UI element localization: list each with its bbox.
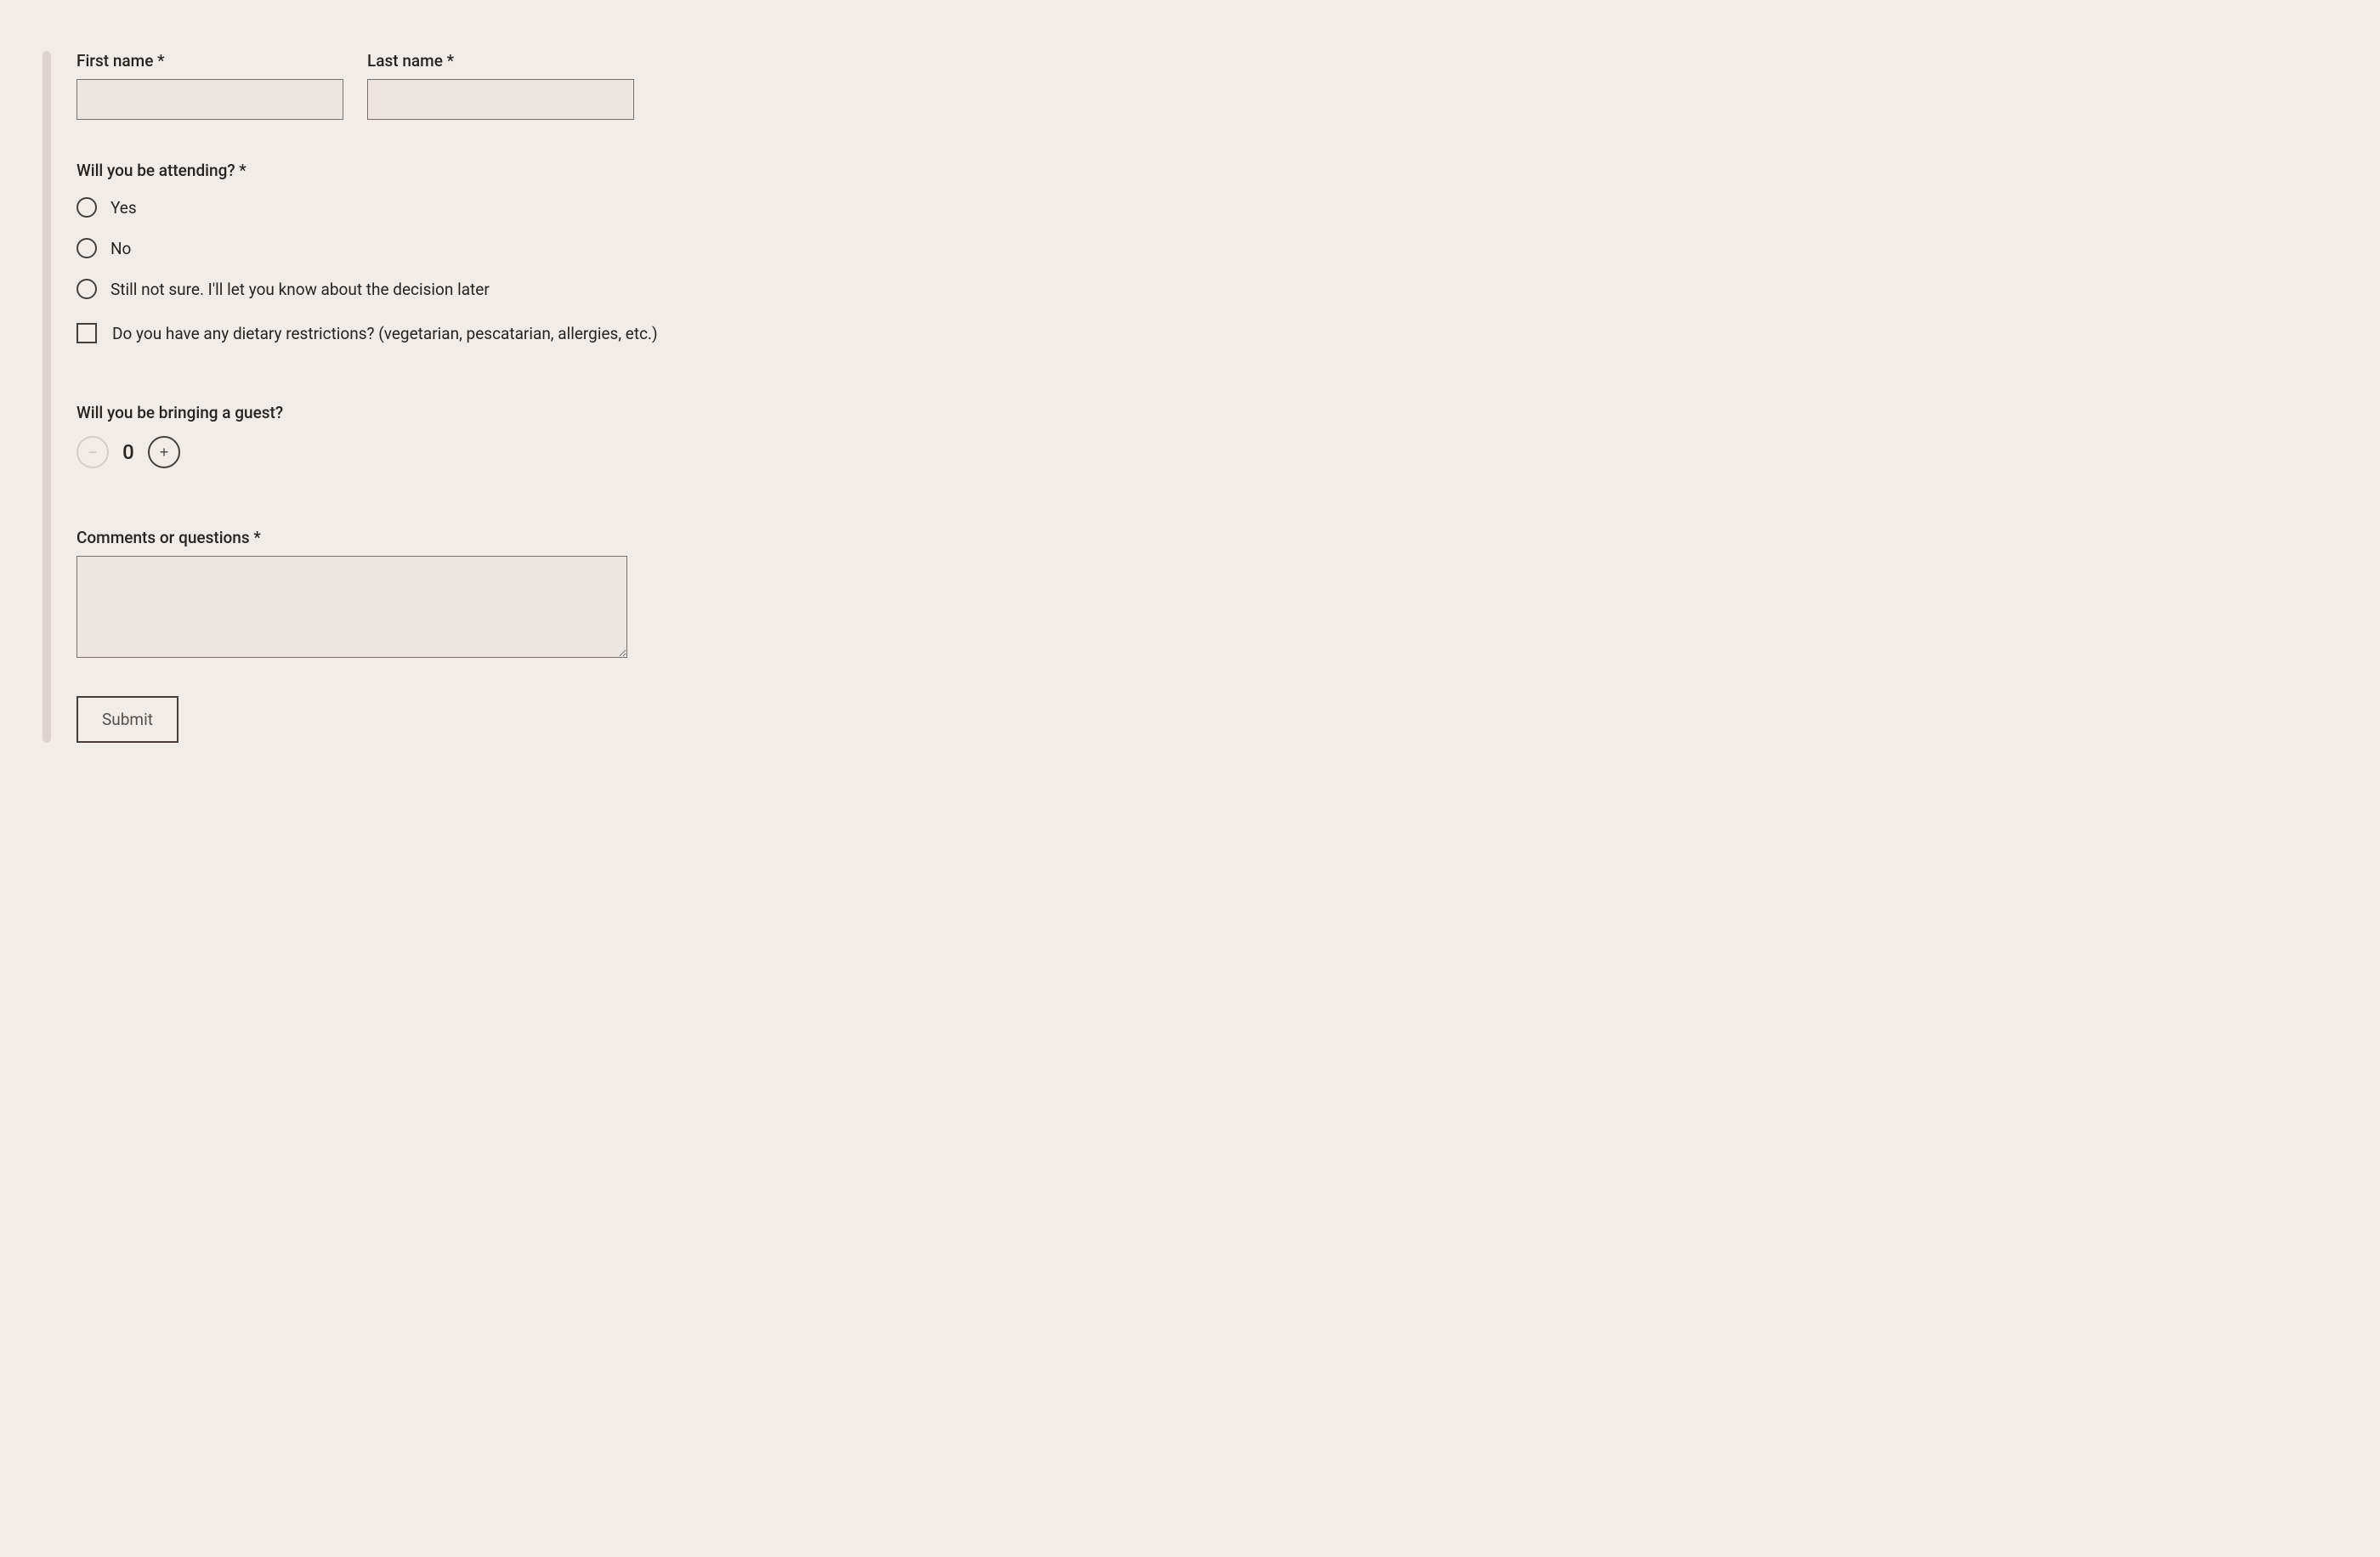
guest-stepper: − 0 + <box>76 436 1224 468</box>
radio-icon <box>76 238 97 258</box>
comments-textarea[interactable] <box>76 556 627 658</box>
first-name-input[interactable] <box>76 79 343 120</box>
vertical-accent-bar <box>42 51 51 743</box>
attending-radio-group: Yes No Still not sure. I'll let you know… <box>76 197 1224 299</box>
radio-option-yes[interactable]: Yes <box>76 197 1224 218</box>
name-row: First name * Last name * <box>76 51 1224 120</box>
last-name-field-group: Last name * <box>367 51 634 120</box>
comments-section: Comments or questions * <box>76 528 1224 696</box>
radio-icon <box>76 279 97 299</box>
radio-option-no[interactable]: No <box>76 238 1224 258</box>
radio-icon <box>76 197 97 218</box>
submit-button[interactable]: Submit <box>76 696 178 743</box>
radio-option-unsure[interactable]: Still not sure. I'll let you know about … <box>76 279 1224 299</box>
radio-option-label: Still not sure. I'll let you know about … <box>110 280 490 299</box>
attending-label: Will you be attending? * <box>76 161 1224 180</box>
guest-count-value: 0 <box>121 440 136 464</box>
first-name-field-group: First name * <box>76 51 343 120</box>
plus-icon: + <box>160 444 169 460</box>
guest-label: Will you be bringing a guest? <box>76 403 1224 422</box>
first-name-label: First name * <box>76 51 343 71</box>
radio-option-label: Yes <box>110 198 137 218</box>
last-name-label: Last name * <box>367 51 634 71</box>
radio-option-label: No <box>110 239 131 258</box>
last-name-input[interactable] <box>367 79 634 120</box>
minus-icon: − <box>88 444 98 460</box>
stepper-plus-button[interactable]: + <box>148 436 180 468</box>
checkbox-icon <box>76 323 97 343</box>
rsvp-form: First name * Last name * Will you be att… <box>34 51 1224 743</box>
dietary-label: Do you have any dietary restrictions? (v… <box>112 324 658 343</box>
dietary-checkbox-row[interactable]: Do you have any dietary restrictions? (v… <box>76 323 1224 343</box>
stepper-minus-button[interactable]: − <box>76 436 109 468</box>
comments-label: Comments or questions * <box>76 528 1224 547</box>
attending-section: Will you be attending? * Yes No Still no… <box>76 161 1224 299</box>
guest-section: Will you be bringing a guest? − 0 + <box>76 403 1224 468</box>
